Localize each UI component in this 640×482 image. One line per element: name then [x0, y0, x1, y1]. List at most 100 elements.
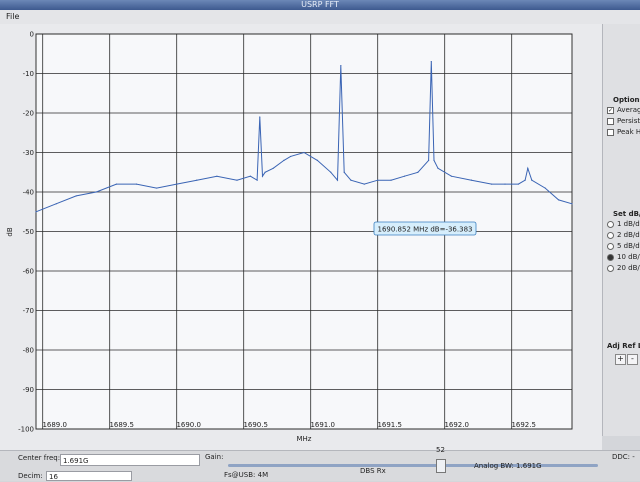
control-bar: Center freq: 1.691G Gain: 52 Fs@USB: 4M …	[0, 446, 640, 481]
ddc-label: DDC: -	[612, 453, 635, 461]
persistence-checkbox[interactable]	[607, 117, 614, 125]
radio-1db[interactable]: 1 dB/div	[607, 220, 640, 228]
y-tick-label: -20	[23, 110, 34, 118]
spectrum-point	[196, 179, 198, 181]
center-freq-input[interactable]: 1.691G	[60, 454, 200, 466]
y-tick-label: -70	[23, 307, 34, 315]
x-tick-label: 1690.5	[243, 421, 268, 429]
spectrum-point	[491, 183, 493, 185]
radio-label: 1 dB/div	[617, 220, 640, 228]
x-tick-label: 1691.0	[310, 421, 335, 429]
center-freq-label: Center freq:	[18, 454, 61, 462]
spectrum-point	[363, 183, 365, 185]
spectrum-point	[303, 151, 305, 154]
spectrum-point	[35, 211, 37, 213]
radio-circle[interactable]	[607, 264, 614, 272]
spectrum-point	[428, 159, 430, 161]
spectrum-point	[377, 179, 379, 181]
spectrum-point	[343, 171, 345, 173]
radio-label: 5 dB/div	[617, 242, 640, 250]
ref-plus-button[interactable]: +	[615, 354, 626, 365]
spectrum-point	[470, 179, 473, 181]
x-axis-label: MHz	[297, 435, 312, 443]
spectrum-point	[135, 183, 138, 185]
peak-hold-checkbox[interactable]	[607, 128, 614, 136]
side-panel: Options ✓Average Persistence Peak Hold S…	[602, 24, 640, 436]
radio-circle[interactable]	[607, 220, 614, 228]
spectrum-point	[340, 65, 342, 67]
y-tick-label: -10	[23, 70, 34, 78]
spectrum-point	[330, 171, 332, 173]
spectrum-point	[433, 159, 435, 161]
spectrum-point	[403, 175, 406, 177]
spectrum-point	[95, 191, 97, 193]
spectrum-point	[527, 167, 529, 169]
option-persistence[interactable]: Persistence	[607, 117, 640, 125]
x-tick-label: 1692.0	[444, 421, 469, 429]
x-tick-label: 1691.5	[377, 421, 402, 429]
y-tick-label: -100	[18, 426, 34, 434]
spectrum-point	[216, 175, 218, 177]
tooltip-text: 1690.852 MHz dB=-36.383	[378, 226, 473, 234]
spectrum-point	[316, 159, 318, 161]
gain-slider-handle[interactable]	[436, 459, 446, 473]
menu-file[interactable]: File	[0, 12, 19, 21]
radio-5db[interactable]: 5 dB/div	[607, 242, 640, 250]
option-peak-hold[interactable]: Peak Hold	[607, 128, 640, 136]
spectrum-point	[450, 175, 452, 177]
average-checkbox[interactable]: ✓	[607, 106, 614, 114]
gain-label: Gain:	[205, 453, 224, 461]
ref-minus-button[interactable]: -	[627, 354, 638, 365]
radio-20db[interactable]: 20 dB/div	[607, 264, 640, 272]
dbs-rx-label: DBS Rx	[360, 467, 386, 475]
spectrum-point	[350, 179, 352, 181]
spectrum-point	[272, 167, 274, 169]
spectrum-point	[290, 155, 292, 158]
option-label: Peak Hold	[617, 128, 640, 136]
fft-chart[interactable]: 0 -10 -20 -30 -40 -50 -60 -70 -80 -90 -100 1689.0 1…	[0, 24, 602, 450]
option-average[interactable]: ✓Average	[607, 106, 640, 114]
options-title: Options	[613, 96, 640, 104]
spectrum-point	[264, 171, 266, 173]
radio-label: 20 dB/div	[617, 264, 640, 272]
gain-slider[interactable]	[228, 464, 598, 467]
y-tick-label: -50	[23, 228, 34, 236]
menu-bar: File	[0, 10, 640, 25]
radio-label: 10 dB/div	[617, 253, 640, 261]
window-title: USRP FFT	[0, 0, 640, 10]
radio-2db[interactable]: 2 dB/div	[607, 231, 640, 239]
x-tick-label: 1690.0	[176, 421, 201, 429]
adj-ref-title: Adj Ref Lvl	[607, 342, 640, 350]
spectrum-point	[156, 187, 158, 189]
radio-10db[interactable]: 10 dB/div	[607, 253, 640, 261]
spectrum-point	[417, 171, 419, 173]
option-label: Persistence	[617, 117, 640, 125]
option-label: Average	[617, 106, 640, 114]
spectrum-point	[115, 183, 117, 185]
fft-plot-area[interactable]: 0 -10 -20 -30 -40 -50 -60 -70 -80 -90 -100 1689.0 1…	[0, 24, 602, 450]
y-tick-label: -30	[23, 149, 34, 157]
spectrum-point	[256, 179, 258, 181]
spectrum-point	[524, 179, 526, 181]
spectrum-point	[390, 179, 392, 181]
spectrum-point	[283, 159, 285, 161]
spectrum-point	[544, 187, 546, 189]
spectrum-point	[504, 183, 506, 185]
x-tick-label: 1689.5	[109, 421, 134, 429]
spectrum-point	[176, 183, 178, 185]
spectrum-point	[437, 167, 439, 169]
radio-circle[interactable]	[607, 242, 614, 250]
spectrum-point	[55, 203, 57, 205]
spectrum-point	[430, 61, 432, 63]
radio-circle[interactable]	[607, 253, 614, 261]
y-tick-label: -90	[23, 386, 34, 394]
x-tick-label: 1692.5	[511, 421, 536, 429]
y-tick-label: -80	[23, 347, 34, 355]
y-tick-label: -60	[23, 268, 34, 276]
y-axis-label: dB	[6, 227, 14, 236]
spectrum-point	[236, 179, 238, 181]
radio-circle[interactable]	[607, 231, 614, 239]
x-tick-label: 1689.0	[42, 421, 67, 429]
spectrum-point	[336, 179, 339, 181]
db-div-title: Set dB/div	[613, 210, 640, 218]
